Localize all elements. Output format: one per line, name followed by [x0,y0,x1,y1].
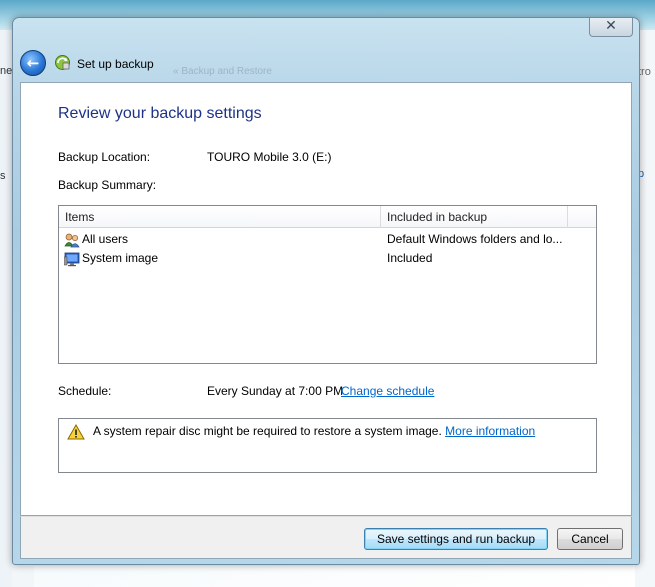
schedule-value: Every Sunday at 7:00 PM [207,384,344,398]
parent-text-fragment: s [0,170,6,182]
table-header: Items Included in backup [59,206,596,228]
warning-box: A system repair disc might be required t… [58,418,597,473]
dialog-title: Set up backup [77,57,154,71]
save-and-run-backup-button[interactable]: Save settings and run backup [364,528,548,550]
back-arrow-icon[interactable]: ← [20,50,46,76]
row-included: Default Windows folders and lo... [387,232,563,246]
dialog-footer: Save settings and run backup Cancel [20,516,632,559]
parent-window-left-edge: ne s [0,30,12,587]
schedule-label: Schedule: [58,384,112,398]
row-item: System image [82,251,159,265]
backup-icon [55,55,70,70]
backup-summary-label: Backup Summary: [58,178,157,192]
more-information-link[interactable]: More information [445,424,535,438]
setup-backup-dialog: ✕ ← Set up backup « Backup and Restore R… [12,17,640,565]
parent-window-bottom [12,566,34,587]
row-item: All users [82,232,129,246]
column-header-items[interactable]: Items [59,206,381,228]
column-header-included[interactable]: Included in backup [381,206,568,228]
parent-text-fragment: ne [0,65,13,77]
backup-summary-table[interactable]: Items Included in backup All users Defau… [58,205,597,364]
change-schedule-link[interactable]: Change schedule [341,384,434,398]
content-panel: Review your backup settings Backup Locat… [20,82,632,516]
table-row[interactable]: All users Default Windows folders and lo… [59,230,596,249]
backup-location-value: TOURO Mobile 3.0 (E:) [207,150,332,164]
close-button[interactable]: ✕ [589,18,633,37]
dialog-header: ← Set up backup « Backup and Restore [13,40,639,84]
warning-icon [67,424,85,440]
table-row[interactable]: System image Included [59,249,596,268]
warning-text: A system repair disc might be required t… [93,424,442,438]
users-icon [64,233,80,248]
row-included: Included [387,251,433,265]
cancel-button[interactable]: Cancel [557,528,623,550]
backup-location-label: Backup Location: [58,150,151,164]
system-image-icon [64,252,80,267]
ghost-breadcrumb: « Backup and Restore [173,66,272,77]
page-title: Review your backup settings [58,105,262,122]
warning-message: A system repair disc might be required t… [93,424,535,438]
